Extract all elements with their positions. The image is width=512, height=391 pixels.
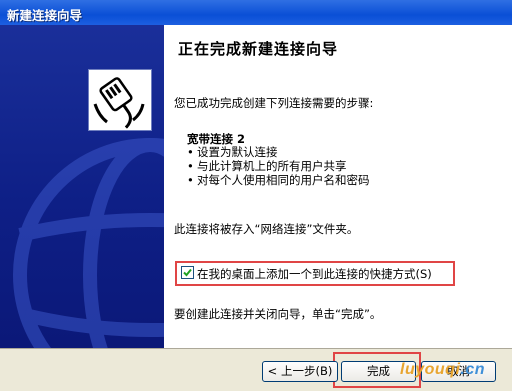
desktop-shortcut-label[interactable]: 在我的桌面上添加一个到此连接的快捷方式(S) — [197, 266, 432, 282]
list-item: 设置为默认连接 — [187, 145, 370, 159]
finish-note: 要创建此连接并关闭向导，单击“完成”。 — [174, 307, 382, 321]
title-bar: 新建连接向导 — [0, 0, 512, 25]
network-cable-icon — [88, 69, 152, 131]
watermark-part-3: .cn — [460, 361, 486, 378]
page-title: 正在完成新建连接向导 — [178, 40, 339, 58]
watermark-part-1: lu — [400, 361, 416, 378]
desktop-shortcut-checkbox[interactable] — [181, 266, 194, 279]
list-item: 对每个人使用相同的用户名和密码 — [187, 173, 370, 187]
intro-text: 您已成功完成创建下列连接需要的步骤: — [174, 96, 374, 110]
checkmark-icon — [183, 268, 192, 277]
back-button[interactable]: < 上一步(B) — [262, 361, 338, 382]
site-watermark: luyouqi.cn — [400, 361, 485, 379]
settings-list: 设置为默认连接 与此计算机上的所有用户共享 对每个人使用相同的用户名和密码 — [187, 145, 370, 187]
window-title: 新建连接向导 — [7, 8, 83, 23]
watermark-part-2: youqi — [415, 361, 461, 378]
desktop-shortcut-option[interactable]: 在我的桌面上添加一个到此连接的快捷方式(S) — [175, 261, 455, 286]
wizard-window: 新建连接向导 正在完成新建连接向导 您已成功完成创建下列连接需要的步骤: 宽带连… — [0, 0, 512, 391]
wizard-content: 正在完成新建连接向导 您已成功完成创建下列连接需要的步骤: 宽带连接 2 设置为… — [164, 25, 512, 348]
wizard-side-panel — [0, 25, 164, 348]
list-item: 与此计算机上的所有用户共享 — [187, 159, 370, 173]
save-note: 此连接将被存入“网络连接”文件夹。 — [174, 222, 359, 236]
